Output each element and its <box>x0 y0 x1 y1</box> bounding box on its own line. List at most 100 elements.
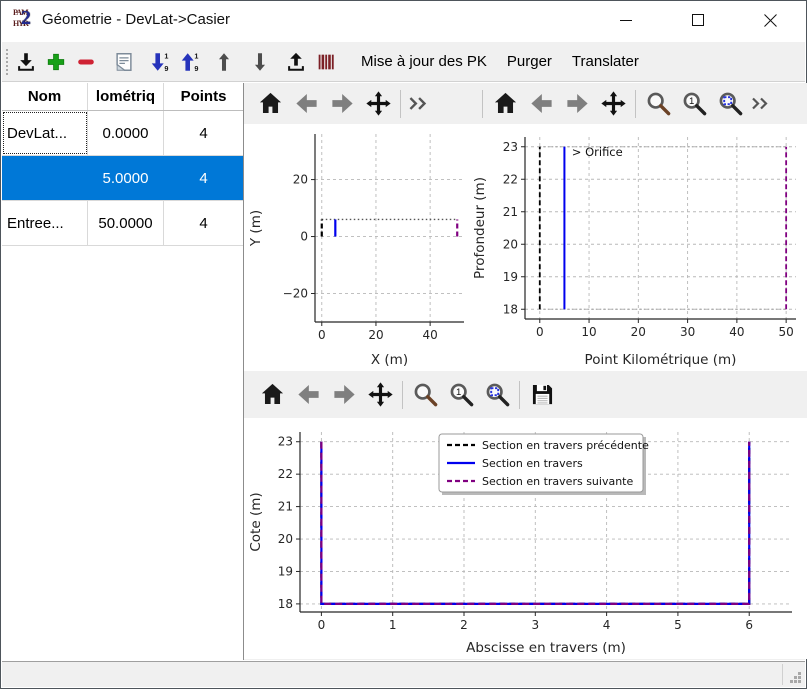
forward-button[interactable] <box>559 87 595 121</box>
zoom-selection-button[interactable] <box>479 378 515 412</box>
svg-text:23: 23 <box>278 435 293 449</box>
table-row-selected[interactable]: 5.0000 4 <box>2 156 243 201</box>
back-arrow-icon <box>293 90 320 117</box>
svg-text:21: 21 <box>278 500 293 514</box>
svg-text:1: 1 <box>689 96 694 107</box>
cell-nom[interactable] <box>2 156 88 200</box>
title-bar[interactable]: PAM HYR 2 Géometrie - DevLat->Casier <box>2 1 805 42</box>
save-floppy-icon <box>529 381 556 408</box>
zoom-one-icon: 1 <box>448 381 475 408</box>
close-icon <box>764 14 777 27</box>
plan-view-plot-canvas[interactable]: 02040−20020X (m)Y (m) <box>244 124 470 371</box>
svg-text:23: 23 <box>503 140 518 154</box>
chevron-overflow-icon <box>405 90 431 117</box>
resize-grip[interactable] <box>789 671 802 684</box>
svg-text:9: 9 <box>164 64 168 73</box>
svg-text:20: 20 <box>631 325 646 339</box>
zoom-one-icon: 1 <box>681 90 708 117</box>
svg-text:20: 20 <box>368 328 383 342</box>
home-button[interactable] <box>254 378 290 412</box>
pan-button[interactable] <box>595 87 631 121</box>
toolbar-overflow-button[interactable] <box>405 87 431 121</box>
svg-text:30: 30 <box>680 325 695 339</box>
toolbar-separator <box>402 381 403 409</box>
svg-text:Y (m): Y (m) <box>248 210 264 247</box>
table-row[interactable]: Entree... 50.0000 4 <box>2 201 243 246</box>
home-button[interactable] <box>487 87 523 121</box>
move-down-button[interactable] <box>245 46 275 78</box>
cell-pk[interactable]: 0.0000 <box>88 111 164 155</box>
svg-text:10: 10 <box>581 325 596 339</box>
table-row[interactable]: DevLat... 0.0000 4 <box>2 111 243 156</box>
save-figure-button[interactable] <box>524 378 560 412</box>
zoom-button[interactable] <box>407 378 443 412</box>
svg-text:20: 20 <box>503 237 518 251</box>
remove-icon <box>75 51 97 73</box>
pan-button[interactable] <box>362 378 398 412</box>
cell-pk[interactable]: 50.0000 <box>88 201 164 245</box>
translate-action-button[interactable]: Translater <box>562 46 649 78</box>
svg-text:22: 22 <box>503 172 518 186</box>
toolbar-overflow-button[interactable] <box>748 87 772 121</box>
cell-pk[interactable]: 5.0000 <box>88 156 164 200</box>
export-button[interactable] <box>281 46 311 78</box>
export-icon <box>285 51 307 73</box>
move-up-icon <box>213 51 235 73</box>
profile-nav-toolbar: 1 <box>470 83 807 124</box>
sort-ascending-button[interactable]: 1 9 <box>145 46 175 78</box>
zoom-button[interactable] <box>640 87 676 121</box>
plots-area: 02040−20020X (m)Y (m) <box>244 83 805 660</box>
svg-text:18: 18 <box>503 302 518 316</box>
sections-table: Nom lométriq Points DevLat... 0.0000 4 5… <box>2 83 244 660</box>
column-header-points[interactable]: Points <box>164 83 243 110</box>
svg-text:0: 0 <box>300 230 308 244</box>
svg-text:Section en travers suivante: Section en travers suivante <box>482 475 633 488</box>
svg-text:5: 5 <box>674 618 682 632</box>
maximize-button[interactable] <box>677 1 719 39</box>
svg-text:> Orifice: > Orifice <box>572 145 623 159</box>
svg-text:Profondeur (m): Profondeur (m) <box>472 177 488 279</box>
sort-descending-button[interactable]: 1 9 <box>175 46 205 78</box>
cross-section-plot-canvas[interactable]: 0123456181920212223Abscisse en travers (… <box>244 418 807 659</box>
remove-button[interactable] <box>71 46 101 78</box>
back-button[interactable] <box>523 87 559 121</box>
cell-points[interactable]: 4 <box>164 201 243 245</box>
pan-icon <box>600 90 627 117</box>
back-button[interactable] <box>288 87 324 121</box>
svg-text:1: 1 <box>194 51 198 60</box>
svg-text:1: 1 <box>456 387 461 398</box>
app-window: PAM HYR 2 Géometrie - DevLat->Casier <box>0 0 807 689</box>
move-up-button[interactable] <box>209 46 239 78</box>
home-button[interactable] <box>252 87 288 121</box>
purge-action-button[interactable]: Purger <box>497 46 562 78</box>
add-button[interactable] <box>41 46 71 78</box>
svg-text:1: 1 <box>164 51 168 60</box>
column-header-kilometrique[interactable]: lométriq <box>88 83 164 110</box>
update-pk-action-button[interactable]: Mise à jour des PK <box>351 46 497 78</box>
update-pk-button[interactable] <box>311 46 341 78</box>
forward-arrow-icon <box>564 90 591 117</box>
cell-points[interactable]: 4 <box>164 156 243 200</box>
profile-plot-canvas[interactable]: 01020304050181920212223Point Kilométriqu… <box>470 124 807 371</box>
zoom-original-button[interactable]: 1 <box>676 87 712 121</box>
home-icon <box>257 90 284 117</box>
cell-points[interactable]: 4 <box>164 111 243 155</box>
pan-button[interactable] <box>360 87 396 121</box>
svg-text:40: 40 <box>729 325 744 339</box>
edit-button[interactable] <box>109 46 139 78</box>
import-button[interactable] <box>11 46 41 78</box>
forward-button[interactable] <box>324 87 360 121</box>
svg-text:Cote (m): Cote (m) <box>248 492 264 551</box>
column-header-nom[interactable]: Nom <box>2 83 88 110</box>
close-button[interactable] <box>749 1 791 39</box>
maximize-icon <box>692 14 704 26</box>
cell-nom[interactable]: DevLat... <box>2 111 88 155</box>
zoom-original-button[interactable]: 1 <box>443 378 479 412</box>
forward-button[interactable] <box>326 378 362 412</box>
toolbar-separator <box>400 90 401 118</box>
cell-nom[interactable]: Entree... <box>2 201 88 245</box>
minimize-button[interactable] <box>605 1 647 39</box>
back-button[interactable] <box>290 378 326 412</box>
add-icon <box>45 51 67 73</box>
zoom-selection-button[interactable] <box>712 87 748 121</box>
